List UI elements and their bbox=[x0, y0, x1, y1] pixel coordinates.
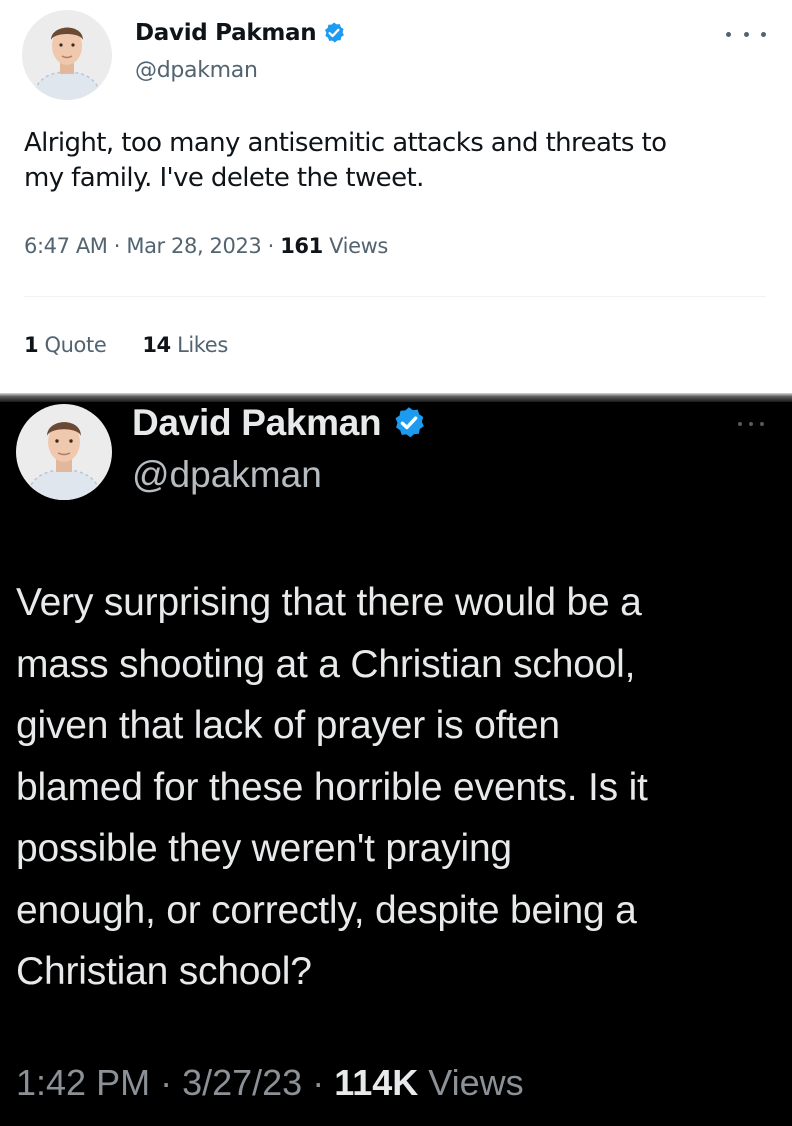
tweet-meta: 6:47 AM · Mar 28, 2023 · 161 Views bbox=[24, 234, 388, 258]
tweet-time[interactable]: 6:47 AM bbox=[24, 234, 108, 258]
verified-badge-icon bbox=[322, 21, 346, 45]
author-name[interactable]: David Pakman bbox=[132, 402, 382, 444]
author-row: David Pakman bbox=[135, 20, 346, 46]
views-label: Views bbox=[428, 1062, 524, 1103]
tweet-card-light: David Pakman @dpakman Alright, too many … bbox=[0, 0, 792, 393]
views-count: 114K bbox=[334, 1062, 419, 1103]
author-handle[interactable]: @dpakman bbox=[135, 58, 258, 83]
more-options-icon[interactable] bbox=[738, 420, 764, 428]
divider bbox=[24, 296, 766, 297]
avatar[interactable] bbox=[16, 404, 112, 500]
author-name[interactable]: David Pakman bbox=[135, 20, 317, 46]
views-label: Views bbox=[329, 234, 388, 258]
quotes-stat[interactable]: 1 Quote bbox=[24, 333, 107, 357]
verified-badge-icon bbox=[391, 405, 427, 441]
views-count: 161 bbox=[280, 234, 323, 258]
tweet-text: Very surprising that there would be a ma… bbox=[16, 581, 648, 993]
tweet-text: Alright, too many antisemitic attacks an… bbox=[24, 128, 667, 193]
tweet-date[interactable]: Mar 28, 2023 bbox=[126, 234, 261, 258]
tweet-meta: 1:42 PM · 3/27/23 · 114K Views bbox=[16, 1062, 524, 1103]
engagement-stats: 1 Quote 14 Likes bbox=[24, 333, 228, 357]
tweet-date[interactable]: 3/27/23 bbox=[182, 1062, 302, 1103]
avatar[interactable] bbox=[22, 10, 112, 100]
more-options-icon[interactable] bbox=[726, 22, 766, 46]
tweet-card-dark: David Pakman @dpakman Very surprising th… bbox=[0, 402, 792, 1126]
author-handle[interactable]: @dpakman bbox=[132, 454, 322, 496]
author-row: David Pakman bbox=[132, 402, 427, 444]
tweet-time[interactable]: 1:42 PM bbox=[16, 1062, 150, 1103]
screenshot-separator bbox=[0, 393, 792, 402]
likes-stat[interactable]: 14 Likes bbox=[142, 333, 228, 357]
